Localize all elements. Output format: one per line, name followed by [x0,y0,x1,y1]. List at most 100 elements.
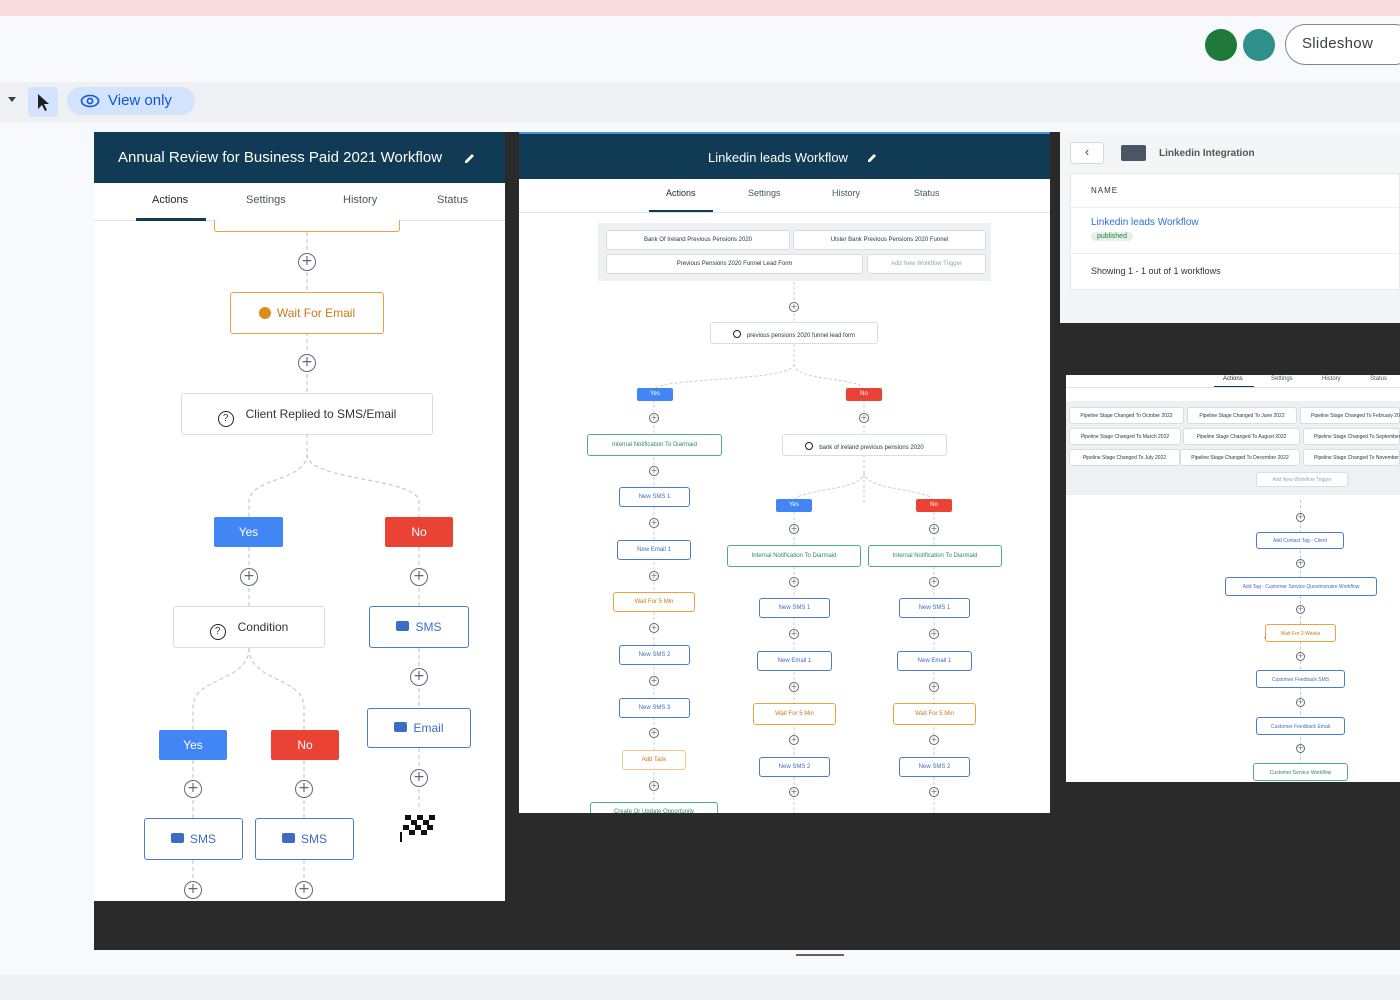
add-contact-tag-step[interactable]: Add Contact Tag - Client [1256,532,1344,549]
add-step-icon[interactable]: + [929,629,939,639]
add-step-icon[interactable]: + [410,769,428,787]
sms-step[interactable]: SMS [369,606,469,648]
add-step-icon[interactable]: + [184,780,202,798]
internal-notification-step[interactable]: Internal Notification To Diarmaid [727,545,861,567]
add-step-icon[interactable]: + [929,787,939,797]
workflow-trigger[interactable]: Pipeline Stage Changed To November 2022 [1303,449,1400,466]
add-step-icon[interactable]: + [929,682,939,692]
no-branch-label: No [916,499,952,512]
add-step-icon[interactable]: + [859,413,869,423]
email-step[interactable]: New Email 1 [897,651,972,671]
add-step-icon[interactable]: + [298,253,316,271]
slideshow-button[interactable]: Slideshow [1285,24,1400,65]
tab-history[interactable]: History [1322,376,1341,382]
add-step-icon[interactable]: + [1296,744,1305,753]
sms-step[interactable]: Customer Feedback SMS [1256,670,1345,688]
sms-step[interactable]: New SMS 1 [899,598,970,618]
add-tag-step[interactable]: Add Tag - Customer Service Questionnaire… [1225,577,1377,596]
sms-step[interactable]: New SMS 2 [759,757,830,777]
add-step-icon[interactable]: + [649,571,659,581]
add-step-icon[interactable]: + [1296,559,1305,568]
add-task-step[interactable]: Add Task [622,750,686,770]
chevron-down-icon[interactable] [8,97,16,102]
add-step-icon[interactable]: + [789,787,799,797]
workflow-trigger[interactable]: Pipeline Stage Changed To December 2022 [1180,449,1300,466]
active-tab-indicator [1214,386,1254,387]
clock-icon [258,307,271,319]
yes-branch-label: Yes [637,388,673,401]
internal-notification-step[interactable]: Internal Notification To Diarmaid [868,545,1002,567]
add-step-icon[interactable]: + [789,682,799,692]
add-step-icon[interactable]: + [295,881,313,899]
add-step-icon[interactable]: + [649,728,659,738]
add-step-icon[interactable]: + [929,524,939,534]
email-step[interactable]: Customer Feedback Email [1256,717,1345,735]
wait-step[interactable]: Wait For 5 Min [893,703,976,725]
workflow-trigger[interactable]: Pipeline Stage Changed To March 2022 [1069,428,1181,445]
add-step-icon[interactable]: + [789,735,799,745]
workflow-trigger[interactable]: Pipeline Stage Changed To August 2022 [1183,428,1300,445]
workflow-step-partial[interactable] [214,220,400,232]
add-step-icon[interactable]: + [410,568,428,586]
sms-step[interactable]: New SMS 2 [619,645,690,665]
back-button[interactable]: ‹ [1070,142,1104,164]
add-step-icon[interactable]: + [184,881,202,899]
workflow-trigger[interactable]: Pipeline Stage Changed To July 2022 [1069,449,1180,466]
tab-settings[interactable]: Settings [1271,376,1293,382]
add-step-icon[interactable]: + [1296,513,1305,522]
add-step-icon[interactable]: + [649,413,659,423]
divider [1071,253,1400,254]
add-step-icon[interactable]: + [1296,652,1305,661]
email-step[interactable]: New Email 1 [757,651,832,671]
workflow-trigger[interactable]: Pipeline Stage Changed To June 2022 [1187,407,1297,424]
wait-step[interactable]: Wait For 2 Weeks [1265,624,1336,642]
add-step-icon[interactable]: + [240,568,258,586]
wait-step[interactable]: Wait For 5 Min [753,703,836,725]
email-step[interactable]: New Email 1 [617,540,691,560]
workflow-step[interactable]: Customer Service Workflow [1253,763,1348,781]
condition-step[interactable]: ? Condition [173,606,325,648]
add-step-icon[interactable]: + [295,780,313,798]
wait-for-email-step[interactable]: Wait For Email [230,292,384,334]
tab-status[interactable]: Status [1370,376,1387,382]
add-step-icon[interactable]: + [298,354,316,372]
add-step-icon[interactable]: + [789,302,799,312]
avatar[interactable] [1205,29,1237,61]
add-step-icon[interactable]: + [649,518,659,528]
add-step-icon[interactable]: + [929,577,939,587]
sms-step[interactable]: New SMS 1 [619,487,690,507]
condition-step[interactable]: bank of ireland previous pensions 2020 [782,434,947,456]
workflow-trigger[interactable]: Pipeline Stage Changed To February 2022 [1300,407,1400,424]
add-step-icon[interactable]: + [410,668,428,686]
opportunity-step[interactable]: Create Or Update Opportunity [590,802,718,813]
add-step-icon[interactable]: + [649,466,659,476]
sms-step[interactable]: SMS [255,818,354,860]
add-step-icon[interactable]: + [789,577,799,587]
add-trigger-button[interactable]: Add New Workflow Trigger [1256,472,1348,487]
sms-step[interactable]: New SMS 2 [899,757,970,777]
add-step-icon[interactable]: + [649,623,659,633]
wait-step[interactable]: Wait For 5 Min [613,592,695,612]
add-step-icon[interactable]: + [1296,605,1305,614]
email-step[interactable]: Email [367,708,471,748]
condition-step[interactable]: previous pensions 2020 funnel lead form [710,322,878,344]
workflow-trigger[interactable]: Pipeline Stage Changed To September 2022 [1303,428,1400,445]
sms-step[interactable]: New SMS 3 [619,698,690,718]
sms-step[interactable]: SMS [144,818,243,860]
header-bar [0,16,1400,82]
add-step-icon[interactable]: + [649,676,659,686]
workflow-trigger[interactable]: Pipeline Stage Changed To October 2022 [1069,407,1184,424]
client-replied-condition[interactable]: ? Client Replied to SMS/Email [181,393,433,435]
internal-notification-step[interactable]: Internal Notification To Diarmaid [587,434,722,456]
sms-step[interactable]: New SMS 1 [759,598,830,618]
tab-actions[interactable]: Actions [1223,376,1243,382]
add-step-icon[interactable]: + [789,629,799,639]
add-step-icon[interactable]: + [929,735,939,745]
select-tool-button[interactable] [28,87,58,117]
add-step-icon[interactable]: + [649,781,659,791]
workflow-link[interactable]: Linkedin leads Workflow [1091,217,1199,228]
add-step-icon[interactable]: + [1296,698,1305,707]
avatar[interactable] [1243,29,1275,61]
add-step-icon[interactable]: + [789,524,799,534]
folder-icon [1121,145,1146,161]
